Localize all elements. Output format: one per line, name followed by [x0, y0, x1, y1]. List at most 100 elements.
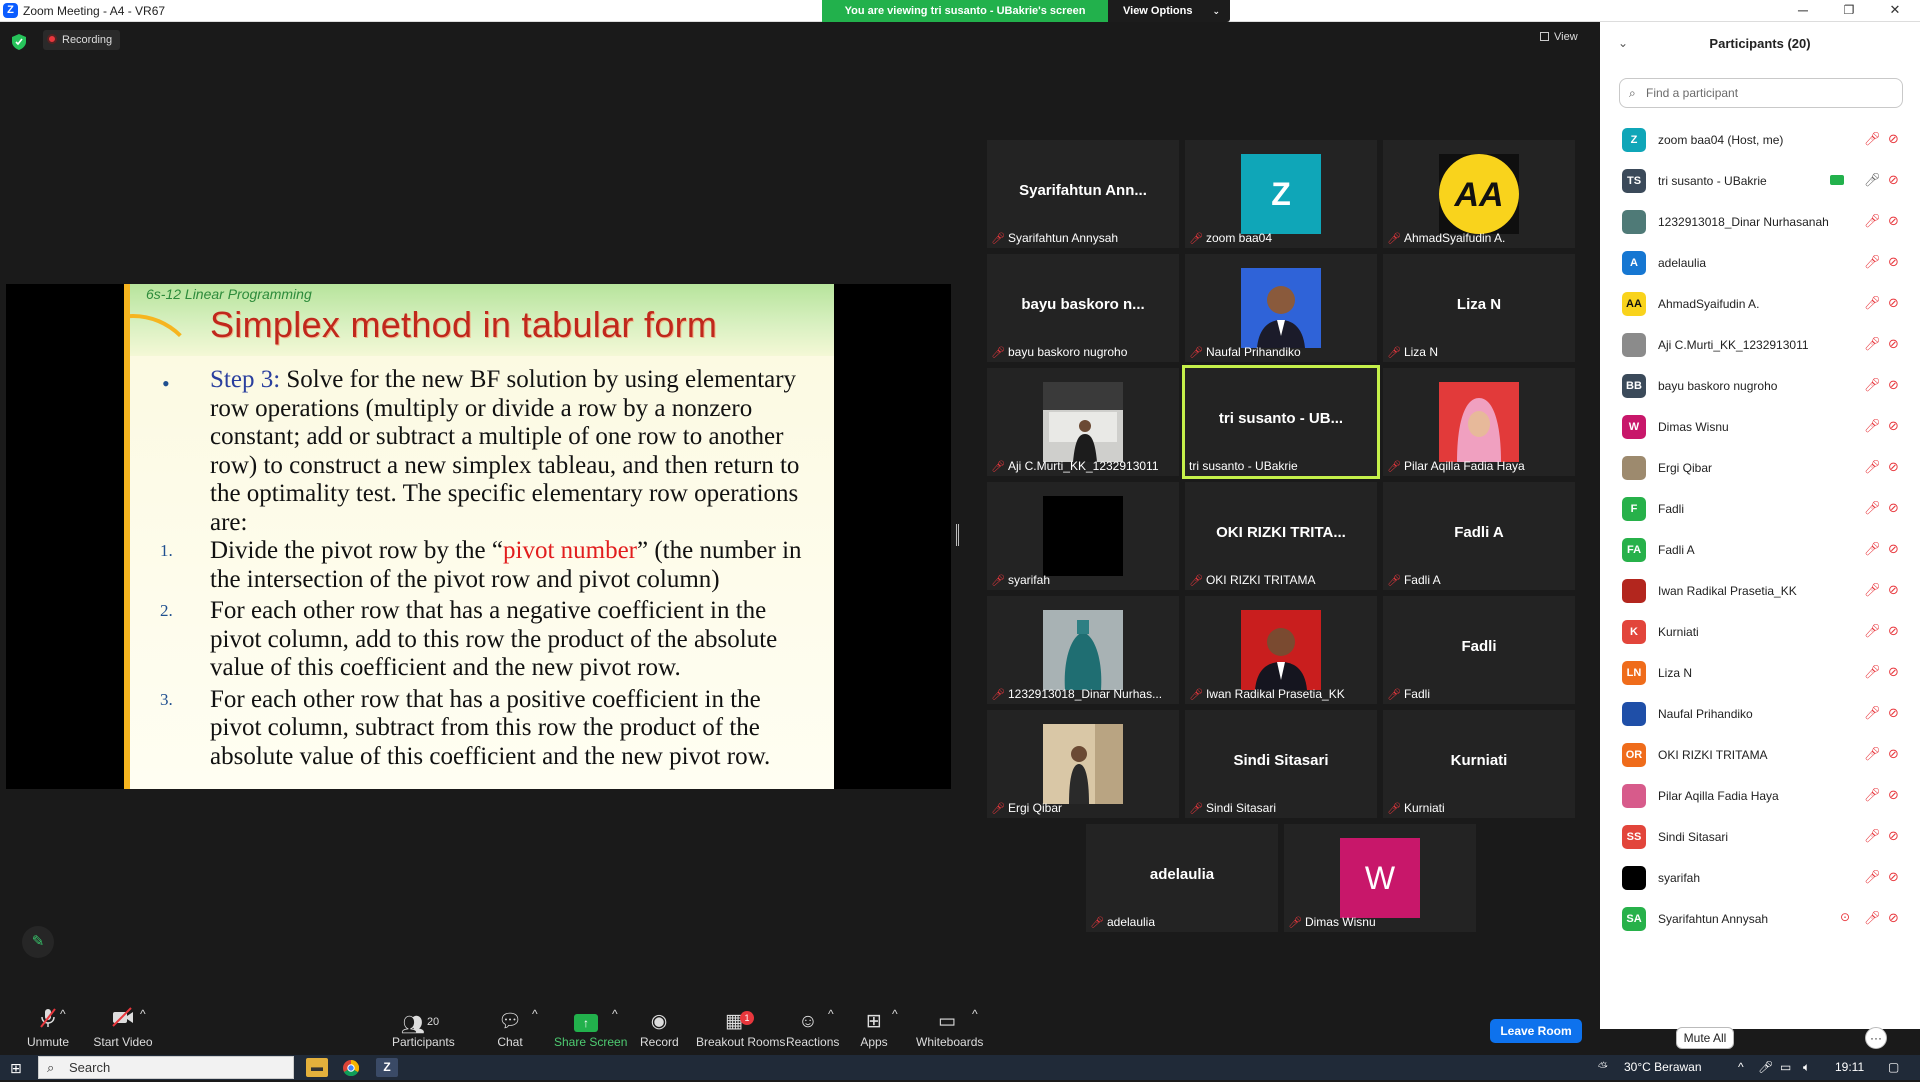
video-tile[interactable]: W 🎤︎ Dimas Wisnu [1284, 824, 1476, 932]
taskbar-search-box[interactable]: ⌕ Search [38, 1056, 294, 1079]
video-off-icon[interactable]: ⊘ [1888, 172, 1899, 188]
mic-muted-icon[interactable]: 🎤︎ [1864, 910, 1881, 926]
mic-muted-icon[interactable]: 🎤︎ [1864, 213, 1881, 229]
network-icon[interactable]: ▭ [1780, 1060, 1791, 1074]
share-screen-button[interactable]: ↑ Share Screen [554, 1007, 627, 1055]
unmute-caret-icon[interactable]: ^ [60, 1007, 66, 1055]
participant-row[interactable]: Zzoom baa04 (Host, me) 🎤︎ ⊘ [1600, 120, 1920, 161]
chrome-icon[interactable] [340, 1058, 362, 1077]
video-tile[interactable]: 🎤︎ Pilar Aqilla Fadia Haya [1383, 368, 1575, 476]
mic-muted-icon[interactable]: 🎤︎ [1864, 664, 1881, 680]
mic-muted-icon[interactable]: 🎤︎ [1864, 336, 1881, 352]
reactions-caret-icon[interactable]: ^ [828, 1007, 834, 1055]
video-off-icon[interactable]: ⊘ [1888, 459, 1899, 475]
file-explorer-icon[interactable]: ▬ [306, 1058, 328, 1077]
video-tile[interactable]: Z 🎤︎ zoom baa04 [1185, 140, 1377, 248]
mic-muted-icon[interactable]: 🎤︎ [1864, 541, 1881, 557]
participant-search-input[interactable]: ⌕ Find a participant [1619, 78, 1903, 108]
apps-caret-icon[interactable]: ^ [892, 1007, 898, 1055]
video-off-icon[interactable]: ⊘ [1888, 254, 1899, 270]
weather-text[interactable]: 30°C Berawan [1624, 1060, 1702, 1074]
participant-row[interactable]: Ergi Qibar 🎤︎ ⊘ [1600, 448, 1920, 489]
participant-row[interactable]: F Fadli 🎤︎ ⊘ [1600, 489, 1920, 530]
splitter-handle[interactable] [956, 524, 959, 546]
close-button[interactable]: ✕ [1872, 0, 1918, 22]
video-tile[interactable]: adelaulia 🎤︎ adelaulia [1086, 824, 1278, 932]
share-caret-icon[interactable]: ^ [612, 1007, 618, 1055]
clock[interactable]: 19:11 [1835, 1060, 1864, 1074]
video-off-icon[interactable]: ⊘ [1888, 664, 1899, 680]
minimize-button[interactable]: ─ [1780, 0, 1826, 22]
video-off-icon[interactable]: ⊘ [1888, 418, 1899, 434]
mic-muted-icon[interactable]: 🎤︎ [1864, 582, 1881, 598]
participant-row[interactable]: LN Liza N 🎤︎ ⊘ [1600, 653, 1920, 694]
video-tile[interactable]: Fadli A 🎤︎ Fadli A [1383, 482, 1575, 590]
video-off-icon[interactable]: ⊘ [1888, 541, 1899, 557]
participant-row[interactable]: Aadelaulia 🎤︎ ⊘ [1600, 243, 1920, 284]
participant-row[interactable]: FA Fadli A 🎤︎ ⊘ [1600, 530, 1920, 571]
video-tile[interactable]: OKI RIZKI TRITA... 🎤︎ OKI RIZKI TRITAMA [1185, 482, 1377, 590]
video-off-icon[interactable]: ⊘ [1888, 910, 1899, 926]
mic-muted-icon[interactable]: 🎤︎ [1864, 500, 1881, 516]
video-tile[interactable]: 🎤︎ syarifah [987, 482, 1179, 590]
chat-button[interactable]: 💬︎ Chat [492, 1007, 528, 1055]
recording-indicator[interactable]: Recording [43, 30, 121, 50]
mic-muted-icon[interactable]: 🎤︎ [1864, 869, 1881, 885]
mic-muted-icon[interactable]: 🎤︎ [1864, 377, 1881, 393]
mic-muted-icon[interactable]: 🎤︎ [1864, 623, 1881, 639]
video-tile[interactable]: Sindi Sitasari 🎤︎ Sindi Sitasari [1185, 710, 1377, 818]
whiteboards-caret-icon[interactable]: ^ [972, 1007, 978, 1055]
video-off-icon[interactable]: ⊘ [1888, 705, 1899, 721]
mic-muted-icon[interactable]: 🎤︎ [1864, 787, 1881, 803]
participant-row[interactable]: Pilar Aqilla Fadia Haya 🎤︎ ⊘ [1600, 776, 1920, 817]
video-tile[interactable]: bayu baskoro n... 🎤︎ bayu baskoro nugroho [987, 254, 1179, 362]
video-off-icon[interactable]: ⊘ [1888, 869, 1899, 885]
record-button[interactable]: ◉ Record [640, 1007, 679, 1055]
security-shield-icon[interactable] [12, 34, 27, 50]
view-button[interactable]: View [1540, 31, 1578, 43]
mic-muted-icon[interactable]: 🎤︎ [1864, 459, 1881, 475]
video-off-icon[interactable]: ⊘ [1888, 787, 1899, 803]
video-tile[interactable]: 🎤︎ Naufal Prihandiko [1185, 254, 1377, 362]
more-options-icon[interactable]: ··· [1865, 1027, 1887, 1049]
breakout-rooms-button[interactable]: ▦ 1 Breakout Rooms [696, 1007, 785, 1055]
whiteboards-button[interactable]: ▭ Whiteboards [916, 1007, 983, 1055]
participant-row[interactable]: 1232913018_Dinar Nurhasanah 🎤︎ ⊘ [1600, 202, 1920, 243]
unmute-button[interactable]: Unmute [20, 1007, 76, 1055]
tray-expand-icon[interactable]: ^ [1738, 1060, 1744, 1074]
video-tile[interactable]: Fadli 🎤︎ Fadli [1383, 596, 1575, 704]
mic-muted-icon[interactable]: 🎤︎ [1864, 418, 1881, 434]
apps-button[interactable]: ⊞ Apps [858, 1007, 890, 1055]
notifications-icon[interactable]: ▢ [1888, 1060, 1899, 1074]
mic-muted-icon[interactable]: 🎤︎ [1864, 131, 1881, 147]
maximize-button[interactable]: ❐ [1826, 0, 1872, 22]
video-off-icon[interactable]: ⊘ [1888, 377, 1899, 393]
participant-row[interactable]: syarifah 🎤︎ ⊘ [1600, 858, 1920, 899]
participant-row[interactable]: AA AhmadSyaifudin A. 🎤︎ ⊘ [1600, 284, 1920, 325]
mic-muted-icon[interactable]: 🎤︎ [1864, 746, 1881, 762]
video-off-icon[interactable]: ⊘ [1888, 746, 1899, 762]
video-off-icon[interactable]: ⊘ [1888, 295, 1899, 311]
video-off-icon[interactable]: ⊘ [1888, 500, 1899, 516]
participant-row[interactable]: W Dimas Wisnu 🎤︎ ⊘ [1600, 407, 1920, 448]
video-tile[interactable]: 🎤︎ Aji C.Murti_KK_1232913011 [987, 368, 1179, 476]
annotate-pen-icon[interactable]: ✎ [22, 926, 54, 958]
mic-muted-icon[interactable]: 🎤︎ [1864, 705, 1881, 721]
participant-row[interactable]: Naufal Prihandiko 🎤︎ ⊘ [1600, 694, 1920, 735]
mic-muted-icon[interactable]: 🎤︎ [1864, 295, 1881, 311]
video-tile[interactable]: 🎤︎ Iwan Radikal Prasetia_KK [1185, 596, 1377, 704]
video-off-icon[interactable]: ⊘ [1888, 213, 1899, 229]
video-off-icon[interactable]: ⊘ [1888, 131, 1899, 147]
video-off-icon[interactable]: ⊘ [1888, 336, 1899, 352]
chat-caret-icon[interactable]: ^ [532, 1007, 538, 1055]
mute-all-button[interactable]: Mute All [1676, 1027, 1734, 1049]
participants-button[interactable]: 👥︎ 20 Participants [392, 1007, 455, 1055]
video-tile-active-speaker[interactable]: tri susanto - UB... tri susanto - UBakri… [1182, 365, 1380, 479]
participant-row[interactable]: Aji C.Murti_KK_1232913011 🎤︎ ⊘ [1600, 325, 1920, 366]
volume-icon[interactable]: 🔈︎ [1803, 1060, 1810, 1075]
video-off-icon[interactable]: ⊘ [1888, 828, 1899, 844]
zoom-taskbar-icon[interactable]: Z [376, 1058, 398, 1077]
start-video-button[interactable]: Start Video [90, 1007, 156, 1055]
video-tile[interactable]: Liza N 🎤︎ Liza N [1383, 254, 1575, 362]
video-caret-icon[interactable]: ^ [140, 1007, 146, 1055]
